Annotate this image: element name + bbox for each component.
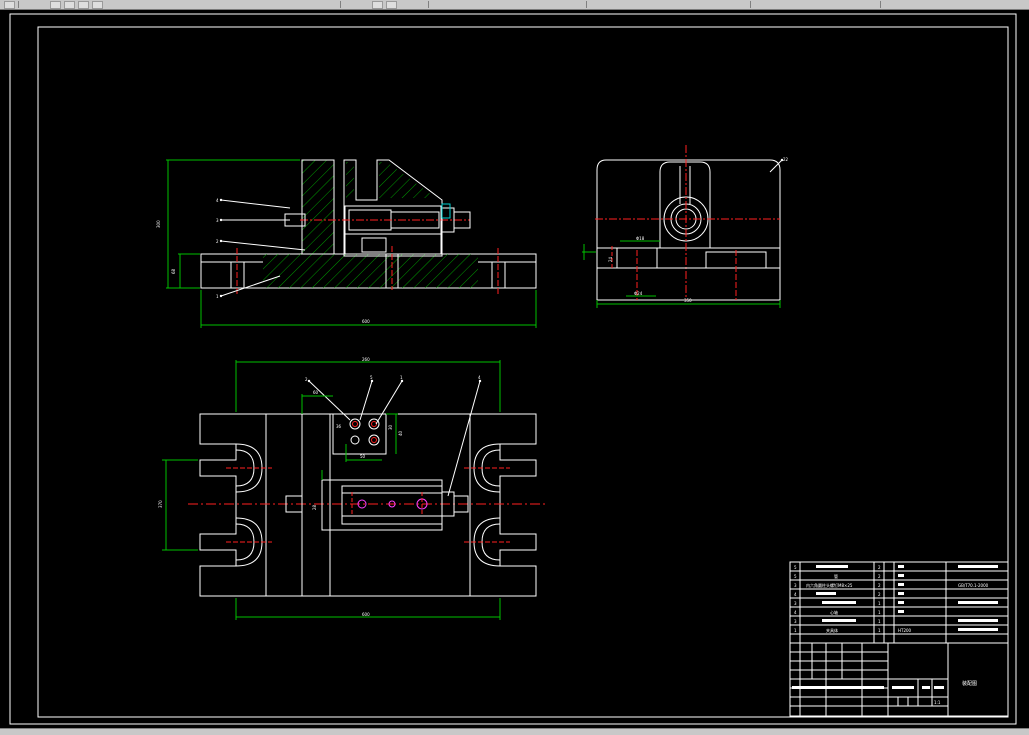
balloon-label: 2 bbox=[305, 377, 308, 382]
file-icon[interactable] bbox=[4, 1, 15, 9]
bom-qty: 2 bbox=[878, 583, 881, 588]
bom-qty: 2 bbox=[878, 574, 881, 579]
bom-no: 3 bbox=[794, 583, 797, 588]
undo-icon[interactable] bbox=[50, 1, 61, 9]
top-view: 2 5 1 4 260 600 370 60 36 50 30 40 28 bbox=[158, 357, 548, 620]
bom-no: 4 bbox=[794, 610, 797, 615]
bom-name: 内六角圆柱头螺钉M8×25 bbox=[806, 582, 853, 588]
dimension-text: 370 bbox=[158, 500, 163, 508]
balloon-label: 3 bbox=[216, 218, 219, 223]
zoom-icon[interactable] bbox=[92, 1, 103, 9]
bom-qty: 1 bbox=[878, 610, 881, 615]
bom-no: 5 bbox=[794, 565, 797, 570]
dimension-text: 30 bbox=[388, 424, 393, 430]
balloon-label: 4 bbox=[478, 375, 481, 380]
balloon-label: 5 bbox=[370, 375, 373, 380]
toolbar-separator bbox=[340, 1, 341, 8]
bom-qty: 1 bbox=[878, 601, 881, 606]
bom-name: 心轴 bbox=[830, 609, 838, 615]
dimension-text: 260 bbox=[362, 357, 370, 362]
toolbar-separator bbox=[18, 1, 19, 8]
dimension-text: 68 bbox=[171, 268, 176, 274]
bom-no: 4 bbox=[794, 592, 797, 597]
bom-no: 3 bbox=[794, 601, 797, 606]
side-view: 22 Φ18 Φ24 350 24 bbox=[582, 145, 789, 308]
bom-no: 1 bbox=[794, 628, 797, 633]
bom-qty: 2 bbox=[878, 565, 881, 570]
outer-frame bbox=[9, 13, 1017, 725]
match-properties-icon[interactable] bbox=[78, 1, 89, 9]
balloon-label: 2 bbox=[216, 239, 219, 244]
layer-icon[interactable] bbox=[372, 1, 383, 9]
drawing-title: 装配图 bbox=[962, 680, 977, 687]
bom-no: 3 bbox=[794, 619, 797, 624]
dimension-text: 300 bbox=[156, 220, 161, 228]
drawing-canvas[interactable]: 4 3 2 1 300 68 600 22 Φ18 Φ24 350 24 2 5… bbox=[0, 10, 1029, 728]
front-view: 4 3 2 1 300 68 600 bbox=[156, 159, 537, 328]
bom-name: 管 bbox=[834, 573, 838, 579]
bom-standard: GB/T70.1-2000 bbox=[958, 583, 989, 588]
balloon-label: 4 bbox=[216, 198, 219, 203]
bom-name: 夹具体 bbox=[826, 627, 838, 633]
cad-toolbar bbox=[0, 0, 1029, 10]
dimension-text: 36 bbox=[336, 424, 342, 429]
dimension-text: Φ24 bbox=[634, 291, 643, 296]
toolbar-separator bbox=[586, 1, 587, 8]
dimension-text: 24 bbox=[608, 256, 613, 262]
toolbar-separator bbox=[880, 1, 881, 8]
toolbar-separator bbox=[750, 1, 751, 8]
dimension-text: Φ18 bbox=[636, 236, 645, 241]
balloon-label: 1 bbox=[216, 294, 219, 299]
inner-frame bbox=[37, 26, 1009, 718]
dimension-text: 600 bbox=[362, 319, 370, 324]
bom-qty: 1 bbox=[878, 619, 881, 624]
bom-qty: 2 bbox=[878, 592, 881, 597]
bom-material: HT200 bbox=[898, 628, 912, 633]
title-block: 5 2 5 管 2 3 内六角圆柱头螺钉M8×25 2 GB/T70.1-200… bbox=[789, 561, 1009, 717]
bom-qty: 1 bbox=[878, 628, 881, 633]
layer-state-icon[interactable] bbox=[386, 1, 397, 9]
balloon-label: 22 bbox=[783, 157, 789, 162]
dimension-text: 350 bbox=[684, 298, 692, 303]
dimension-text: 60 bbox=[313, 390, 319, 395]
dimension-text: 600 bbox=[362, 612, 370, 617]
toolbar-separator bbox=[428, 1, 429, 8]
dimension-text: 28 bbox=[312, 504, 317, 510]
dimension-text: 50 bbox=[360, 454, 366, 459]
dimension-text: 40 bbox=[398, 430, 403, 436]
redo-icon[interactable] bbox=[64, 1, 75, 9]
scale-text: 1:1 bbox=[934, 700, 941, 705]
bom-no: 5 bbox=[794, 574, 797, 579]
balloon-label: 1 bbox=[400, 375, 403, 380]
